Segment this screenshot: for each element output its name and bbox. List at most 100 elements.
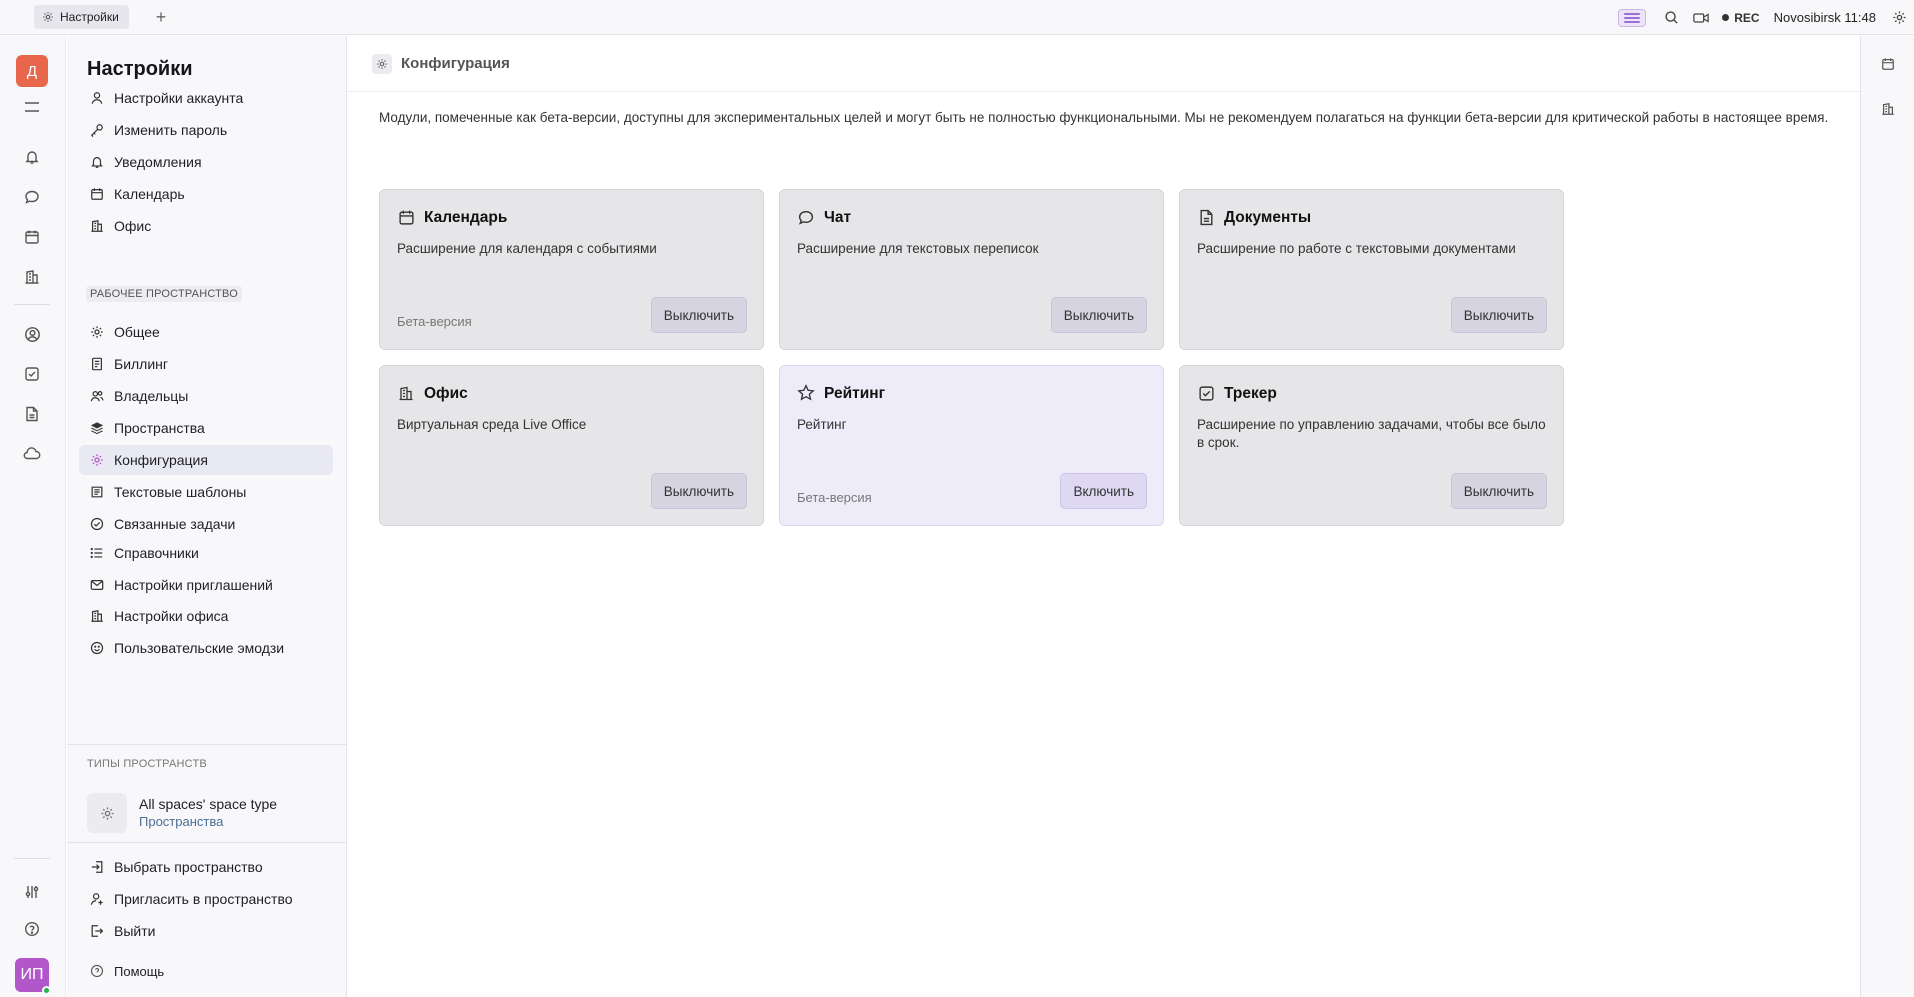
help-icon (90, 964, 104, 978)
receipt-icon (90, 357, 104, 371)
user-plus-icon (90, 892, 104, 906)
building-icon[interactable] (18, 263, 46, 291)
rec-indicator[interactable]: REC (1722, 11, 1760, 25)
module-card-documents: Документы Расширение по работе с текстов… (1179, 189, 1564, 350)
help-label: Помощь (114, 963, 165, 979)
enter-icon (90, 860, 104, 874)
nav-item-label: Конфигурация (114, 452, 208, 468)
key-icon (90, 123, 104, 137)
bell-icon[interactable] (18, 143, 46, 171)
location-label: Novosibirsk (1773, 10, 1841, 25)
nav-item-label: Офис (114, 218, 152, 234)
menu-badge-icon[interactable] (1618, 8, 1647, 27)
nav-item-notifications[interactable]: Уведомления (79, 147, 333, 177)
nav-item-label: Общее (114, 324, 160, 340)
module-card-tracker: Трекер Расширение по управлению задачами… (1179, 365, 1564, 526)
nav-item-label: Справочники (114, 545, 199, 561)
rail-divider-bottom (14, 858, 50, 859)
disable-button[interactable]: Выключить (650, 297, 747, 333)
workspace-avatar[interactable]: Д (16, 55, 48, 87)
chat-icon (797, 208, 815, 226)
nav-item-directories[interactable]: Справочники (79, 538, 333, 568)
check-circle-icon (90, 517, 104, 531)
gear-icon (90, 453, 104, 467)
module-desc: Расширение по управлению задачами, чтобы… (1197, 417, 1546, 450)
nav-item-label: Текстовые шаблоны (114, 484, 247, 500)
module-card-calendar: Календарь Расширение для календаря с соб… (379, 189, 764, 350)
space-type-gear-icon (87, 793, 127, 833)
chat-icon[interactable] (18, 183, 46, 211)
rec-dot-icon (1722, 14, 1730, 21)
disable-button[interactable]: Выключить (1450, 297, 1547, 333)
nav-item-label: Пространства (114, 420, 205, 436)
nav-item-billing[interactable]: Биллинг (79, 349, 333, 379)
module-desc: Виртуальная среда Live Office (397, 417, 587, 432)
space-type-name[interactable]: All spaces' space type (139, 796, 277, 812)
tab-settings[interactable]: Настройки (34, 5, 129, 29)
nav-item-configuration[interactable]: Конфигурация (79, 445, 333, 475)
space-types-section-label: ТИПЫ ПРОСТРАНСТВ (87, 758, 207, 770)
nav-item-office-settings[interactable]: Настройки офиса (79, 601, 333, 631)
menu-icon[interactable] (18, 93, 46, 121)
new-tab-button[interactable]: + (150, 6, 172, 28)
time-label: 11:48 (1844, 10, 1876, 25)
document-icon[interactable] (18, 400, 46, 428)
module-title: Рейтинг (824, 385, 886, 402)
nav-item-account-settings[interactable]: Настройки аккаунта (79, 83, 333, 113)
enable-button[interactable]: Включить (1060, 473, 1147, 509)
nav-item-calendar[interactable]: Календарь (79, 179, 333, 209)
cloud-icon[interactable] (18, 440, 46, 468)
module-card-chat: Чат Расширение для текстовых переписок В… (779, 189, 1164, 350)
nav-item-related-tasks[interactable]: Связанные задачи (79, 509, 333, 539)
nav-item-general[interactable]: Общее (79, 317, 333, 347)
nav-item-spaces[interactable]: Пространства (79, 413, 333, 443)
nav-item-invite-settings[interactable]: Настройки приглашений (79, 570, 333, 600)
nav-item-label: Настройки офиса (114, 608, 229, 624)
nav-item-change-password[interactable]: Изменить пароль (79, 115, 333, 145)
sliders-icon[interactable] (18, 878, 46, 906)
disable-button[interactable]: Выключить (1450, 473, 1547, 509)
calendar-icon[interactable] (18, 223, 46, 251)
nav-item-text-templates[interactable]: Текстовые шаблоны (79, 477, 333, 507)
settings-title: Настройки (87, 58, 193, 80)
nav-item-logout[interactable]: Выйти (79, 916, 333, 946)
module-title: Чат (824, 209, 852, 226)
tracker-icon[interactable] (18, 360, 46, 388)
disable-button[interactable]: Выключить (1050, 297, 1147, 333)
nav-item-label: Настройки аккаунта (114, 90, 244, 106)
online-status-dot (42, 986, 51, 995)
module-desc: Расширение для текстовых переписок (797, 241, 1039, 256)
nav-item-owners[interactable]: Владельцы (79, 381, 333, 411)
contacts-icon[interactable] (18, 320, 46, 348)
logout-icon (90, 924, 104, 938)
video-icon[interactable] (1686, 3, 1716, 33)
calendar-icon[interactable] (1876, 52, 1900, 76)
module-card-office: Офис Виртуальная среда Live Office Выклю… (379, 365, 764, 526)
module-title: Трекер (1224, 385, 1277, 402)
search-icon[interactable] (1656, 3, 1686, 33)
module-title: Документы (1224, 209, 1312, 226)
help-link[interactable]: Помощь (79, 956, 333, 986)
page-header: Конфигурация (348, 36, 1860, 92)
building-icon[interactable] (1876, 97, 1900, 121)
building-icon (90, 219, 104, 233)
nav-item-label: Уведомления (114, 154, 202, 170)
document-icon (1197, 208, 1215, 226)
checkbox-icon (1197, 384, 1215, 402)
layers-icon (90, 421, 104, 435)
main-content: Конфигурация Модули, помеченные как бета… (348, 36, 1860, 997)
gear-icon (372, 54, 392, 74)
user-initials: ИП (20, 966, 44, 983)
disable-button[interactable]: Выключить (650, 473, 747, 509)
settings-gear-icon[interactable] (1884, 3, 1914, 33)
nav-item-office[interactable]: Офис (79, 211, 333, 241)
calendar-icon (397, 208, 415, 226)
timezone-location[interactable]: Novosibirsk 11:48 (1774, 10, 1876, 25)
nav-item-label: Пригласить в пространство (114, 891, 293, 907)
nav-item-invite-to-space[interactable]: Пригласить в пространство (79, 884, 333, 914)
help-icon[interactable] (18, 915, 46, 943)
building-icon (397, 384, 415, 402)
module-desc: Рейтинг (797, 417, 847, 432)
nav-item-select-space[interactable]: Выбрать пространство (79, 852, 333, 882)
nav-item-custom-emoji[interactable]: Пользовательские эмодзи (79, 633, 333, 663)
